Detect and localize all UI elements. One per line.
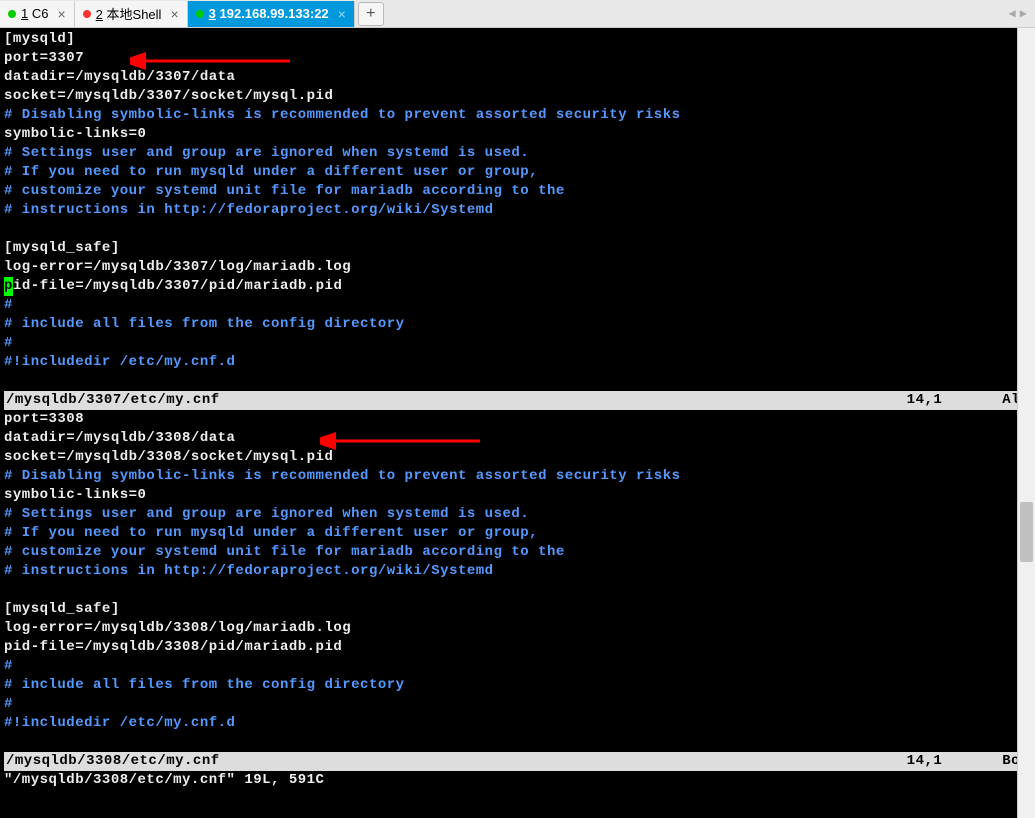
tab-label: C6 bbox=[32, 6, 49, 21]
terminal-line: # If you need to run mysqld under a diff… bbox=[4, 524, 1031, 543]
status-dot-icon bbox=[196, 10, 204, 18]
terminal-line: pid-file=/mysqldb/3307/pid/mariadb.pid bbox=[4, 277, 1031, 296]
terminal-line: # Disabling symbolic-links is recommende… bbox=[4, 106, 1031, 125]
tab-label: 本地Shell bbox=[107, 4, 162, 23]
terminal-line: log-error=/mysqldb/3307/log/mariadb.log bbox=[4, 258, 1031, 277]
terminal-line: datadir=/mysqldb/3308/data bbox=[4, 429, 1031, 448]
terminal-line: # include all files from the config dire… bbox=[4, 315, 1031, 334]
terminal-line: # bbox=[4, 334, 1031, 353]
terminal-line: # customize your systemd unit file for m… bbox=[4, 182, 1031, 201]
tab-bar: 1 C6 × 2 本地Shell × 3 192.168.99.133:22 ×… bbox=[0, 0, 1035, 28]
terminal-line: [mysqld_safe] bbox=[4, 239, 1031, 258]
status-path: /mysqldb/3308/etc/my.cnf bbox=[6, 752, 220, 771]
tab-2[interactable]: 2 本地Shell × bbox=[75, 1, 188, 27]
terminal-line: #!includedir /etc/my.cnf.d bbox=[4, 353, 1031, 372]
terminal-line: datadir=/mysqldb/3307/data bbox=[4, 68, 1031, 87]
pane-2-content: port=3308datadir=/mysqldb/3308/datasocke… bbox=[4, 410, 1031, 752]
terminal-line: # instructions in http://fedoraproject.o… bbox=[4, 562, 1031, 581]
terminal-line: #!includedir /etc/my.cnf.d bbox=[4, 714, 1031, 733]
terminal-line bbox=[4, 220, 1031, 239]
terminal-line: symbolic-links=0 bbox=[4, 486, 1031, 505]
terminal-line: symbolic-links=0 bbox=[4, 125, 1031, 144]
status-position: 14,1 bbox=[907, 391, 943, 410]
terminal-line: # bbox=[4, 695, 1031, 714]
terminal-line bbox=[4, 733, 1031, 752]
tabs-container: 1 C6 × 2 本地Shell × 3 192.168.99.133:22 ×… bbox=[0, 0, 384, 27]
status-dot-icon bbox=[83, 10, 91, 18]
status-bar-pane-2: /mysqldb/3308/etc/my.cnf 14,1 Bot bbox=[4, 752, 1031, 771]
tab-number: 2 bbox=[96, 7, 103, 22]
status-path: /mysqldb/3307/etc/my.cnf bbox=[6, 391, 220, 410]
close-icon[interactable]: × bbox=[338, 6, 346, 22]
pane-1-content: [mysqld]port=3307datadir=/mysqldb/3307/d… bbox=[4, 30, 1031, 391]
tab-nav: ◀ ▶ bbox=[1009, 6, 1035, 21]
terminal-line: # If you need to run mysqld under a diff… bbox=[4, 163, 1031, 182]
tab-1[interactable]: 1 C6 × bbox=[0, 1, 75, 27]
scrollbar-thumb[interactable] bbox=[1020, 502, 1033, 562]
terminal-line: # bbox=[4, 296, 1031, 315]
tab-number: 3 bbox=[209, 6, 216, 21]
tab-label: 192.168.99.133:22 bbox=[220, 6, 329, 21]
terminal-line: log-error=/mysqldb/3308/log/mariadb.log bbox=[4, 619, 1031, 638]
next-tab-icon[interactable]: ▶ bbox=[1020, 6, 1027, 21]
terminal-line: [mysqld_safe] bbox=[4, 600, 1031, 619]
terminal-line: # Settings user and group are ignored wh… bbox=[4, 505, 1031, 524]
cursor: p bbox=[4, 277, 13, 296]
status-dot-icon bbox=[8, 10, 16, 18]
terminal-line: pid-file=/mysqldb/3308/pid/mariadb.pid bbox=[4, 638, 1031, 657]
terminal-line bbox=[4, 581, 1031, 600]
close-icon[interactable]: × bbox=[170, 6, 178, 22]
vim-footer-message: "/mysqldb/3308/etc/my.cnf" 19L, 591C bbox=[4, 771, 1031, 790]
close-icon[interactable]: × bbox=[57, 6, 65, 22]
terminal-line bbox=[4, 372, 1031, 391]
terminal-line: # include all files from the config dire… bbox=[4, 676, 1031, 695]
terminal-line: [mysqld] bbox=[4, 30, 1031, 49]
terminal-line: # instructions in http://fedoraproject.o… bbox=[4, 201, 1031, 220]
tab-number: 1 bbox=[21, 6, 28, 21]
terminal-line: port=3308 bbox=[4, 410, 1031, 429]
prev-tab-icon[interactable]: ◀ bbox=[1009, 6, 1016, 21]
terminal-line: # bbox=[4, 657, 1031, 676]
terminal-viewport[interactable]: [mysqld]port=3307datadir=/mysqldb/3307/d… bbox=[0, 28, 1035, 818]
terminal-line: socket=/mysqldb/3307/socket/mysql.pid bbox=[4, 87, 1031, 106]
status-position: 14,1 bbox=[907, 752, 943, 771]
vertical-scrollbar[interactable] bbox=[1017, 28, 1035, 818]
tab-3-active[interactable]: 3 192.168.99.133:22 × bbox=[188, 1, 355, 27]
terminal-line: # customize your systemd unit file for m… bbox=[4, 543, 1031, 562]
terminal-line: socket=/mysqldb/3308/socket/mysql.pid bbox=[4, 448, 1031, 467]
terminal-line: # Settings user and group are ignored wh… bbox=[4, 144, 1031, 163]
status-bar-pane-1: /mysqldb/3307/etc/my.cnf 14,1 All bbox=[4, 391, 1031, 410]
add-tab-button[interactable]: + bbox=[358, 2, 384, 26]
terminal-line: # Disabling symbolic-links is recommende… bbox=[4, 467, 1031, 486]
terminal-line: port=3307 bbox=[4, 49, 1031, 68]
